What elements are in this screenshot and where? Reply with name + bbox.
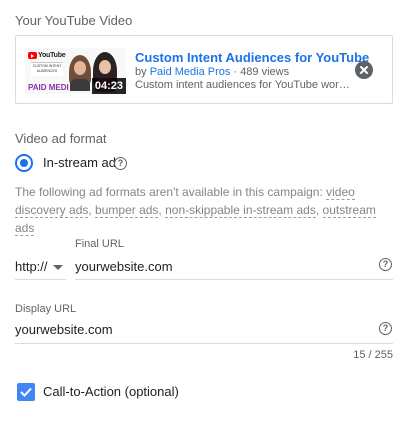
remove-video-button[interactable] bbox=[355, 61, 373, 79]
thumbnail-banner: CUSTOM INTENT AUDIENCES bbox=[31, 62, 63, 76]
protocol-select[interactable]: http:// bbox=[15, 258, 66, 280]
display-url-input[interactable]: yourwebsite.com ? bbox=[15, 322, 393, 344]
close-icon bbox=[360, 66, 368, 74]
video-description: Custom intent audiences for YouTube work… bbox=[135, 79, 351, 91]
in-stream-ad-radio[interactable] bbox=[15, 154, 33, 172]
unavailable-formats-notice: The following ad formats aren't availabl… bbox=[15, 185, 376, 236]
youtube-play-icon bbox=[28, 52, 37, 59]
display-url-value[interactable]: yourwebsite.com bbox=[15, 322, 113, 337]
call-to-action-label[interactable]: Call-to-Action (optional) bbox=[43, 384, 179, 399]
video-channel-link[interactable]: Paid Media Pros bbox=[150, 66, 231, 78]
video-thumbnail[interactable]: YouTube CUSTOM INTENT AUDIENCES PAID MED… bbox=[25, 48, 126, 94]
dropdown-caret-icon bbox=[53, 265, 63, 270]
display-url-label: Display URL bbox=[15, 303, 77, 315]
call-to-action-checkbox[interactable] bbox=[17, 383, 35, 401]
video-ad-format-label: Video ad format bbox=[15, 131, 107, 146]
video-meta: by Paid Media Pros · 489 views bbox=[135, 66, 289, 78]
thumbnail-banner-text: CUSTOM INTENT AUDIENCES bbox=[32, 64, 62, 73]
video-by-prefix: by bbox=[135, 66, 147, 78]
character-counter: 15 / 255 bbox=[353, 349, 393, 361]
protocol-value: http:// bbox=[15, 259, 48, 274]
final-url-value[interactable]: yourwebsite.com bbox=[75, 259, 173, 274]
final-url-input[interactable]: yourwebsite.com ? bbox=[75, 258, 393, 280]
unavailable-format-link[interactable]: non-skippable in-stream ads bbox=[165, 203, 316, 218]
final-url-label: Final URL bbox=[75, 238, 124, 250]
video-title[interactable]: Custom Intent Audiences for YouTube bbox=[135, 50, 369, 65]
video-duration: 04:23 bbox=[91, 78, 126, 94]
unavailable-format-link[interactable]: bumper ads bbox=[95, 203, 159, 218]
help-icon[interactable]: ? bbox=[379, 322, 392, 335]
help-icon[interactable]: ? bbox=[114, 157, 127, 170]
help-icon[interactable]: ? bbox=[379, 258, 392, 271]
video-views: · 489 views bbox=[233, 66, 290, 78]
notice-prefix: The following ad formats aren't availabl… bbox=[15, 185, 323, 199]
thumbnail-brand-text: PAID MEDI bbox=[28, 83, 69, 92]
section-title: Your YouTube Video bbox=[15, 13, 133, 28]
in-stream-ad-label[interactable]: In-stream ad bbox=[43, 155, 116, 170]
video-card[interactable]: YouTube CUSTOM INTENT AUDIENCES PAID MED… bbox=[15, 35, 393, 104]
checkmark-icon bbox=[20, 387, 32, 397]
youtube-logo: YouTube bbox=[28, 52, 66, 59]
youtube-logo-text: YouTube bbox=[38, 52, 66, 59]
thumbnail-person bbox=[69, 55, 91, 91]
